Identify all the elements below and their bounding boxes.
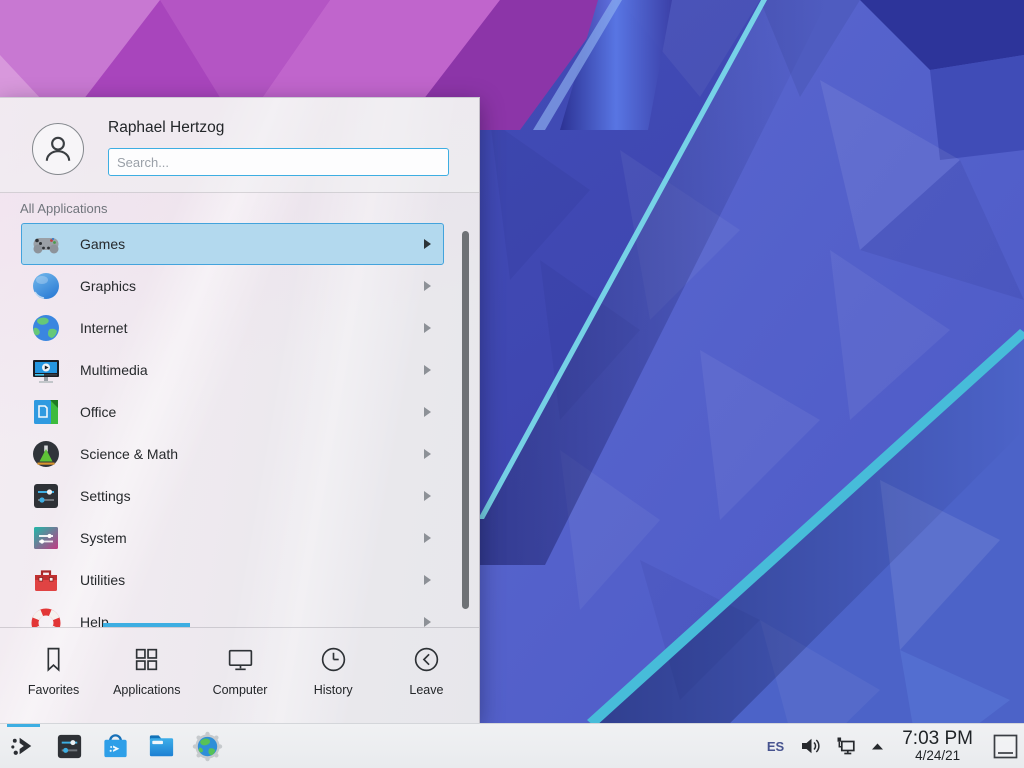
volume-icon[interactable] — [799, 735, 821, 757]
category-label: Science & Math — [80, 446, 178, 462]
tab-label: Favorites — [28, 683, 79, 697]
submenu-arrow-icon — [424, 281, 431, 291]
application-launcher-popup: Raphael Hertzog All Applications Games — [0, 97, 480, 723]
category-label: Games — [80, 236, 125, 252]
category-label: Settings — [80, 488, 131, 504]
submenu-arrow-icon — [424, 239, 431, 249]
web-browser-icon[interactable] — [192, 731, 223, 762]
category-internet[interactable]: Internet — [21, 307, 444, 349]
category-label: Utilities — [80, 572, 125, 588]
category-multimedia[interactable]: Multimedia — [21, 349, 444, 391]
submenu-arrow-icon — [424, 533, 431, 543]
user-name: Raphael Hertzog — [108, 119, 224, 137]
system-settings-icon[interactable] — [54, 731, 85, 762]
category-science-math[interactable]: Science & Math — [21, 433, 444, 475]
category-help[interactable]: Help — [21, 601, 444, 627]
category-list: Games Graphics Internet — [21, 223, 444, 627]
category-label: Multimedia — [80, 362, 148, 378]
launcher-header: Raphael Hertzog — [0, 98, 479, 193]
launcher-tab-bar: Favorites Applications Computer — [7, 628, 473, 723]
tab-favorites[interactable]: Favorites — [7, 628, 100, 723]
category-office[interactable]: Office — [21, 391, 444, 433]
expand-tray-icon[interactable] — [870, 739, 885, 754]
category-system[interactable]: System — [21, 517, 444, 559]
clock-icon — [319, 645, 348, 674]
wired-network-icon[interactable] — [834, 735, 857, 758]
taskbar-pinned-apps — [8, 724, 223, 768]
search-input[interactable] — [108, 148, 449, 176]
tab-label: Leave — [409, 683, 443, 697]
monitor-icon — [226, 645, 255, 674]
keyboard-layout-indicator[interactable]: ES — [765, 739, 786, 754]
category-label: Graphics — [80, 278, 136, 294]
submenu-arrow-icon — [424, 617, 431, 627]
discover-icon[interactable] — [100, 731, 131, 762]
bookmark-icon — [39, 645, 68, 674]
globe-icon — [30, 312, 62, 344]
documents-icon — [30, 396, 62, 428]
taskbar-panel: ES 7:03 PM 4/24/21 — [0, 723, 1024, 768]
section-label: All Applications — [20, 201, 107, 216]
category-games[interactable]: Games — [21, 223, 444, 265]
category-label: System — [80, 530, 127, 546]
system-icon — [30, 522, 62, 554]
gamepad-icon — [30, 228, 62, 260]
system-tray: ES 7:03 PM 4/24/21 — [765, 724, 1019, 768]
file-manager-icon[interactable] — [146, 731, 177, 762]
leave-icon — [412, 645, 441, 674]
user-avatar[interactable] — [32, 123, 84, 175]
sphere-icon — [30, 270, 62, 302]
category-utilities[interactable]: Utilities — [21, 559, 444, 601]
person-icon — [41, 132, 75, 166]
submenu-arrow-icon — [424, 323, 431, 333]
clock-date: 4/24/21 — [915, 749, 960, 763]
category-label: Internet — [80, 320, 127, 336]
lifebuoy-icon — [30, 606, 62, 627]
tab-applications[interactable]: Applications — [100, 628, 193, 723]
submenu-arrow-icon — [424, 491, 431, 501]
tab-computer[interactable]: Computer — [193, 628, 286, 723]
clock-time: 7:03 PM — [902, 729, 973, 749]
tab-label: History — [314, 683, 353, 697]
category-graphics[interactable]: Graphics — [21, 265, 444, 307]
category-label: Office — [80, 404, 116, 420]
submenu-arrow-icon — [424, 449, 431, 459]
submenu-arrow-icon — [424, 365, 431, 375]
submenu-arrow-icon — [424, 575, 431, 585]
list-scrollbar[interactable] — [462, 231, 469, 609]
tab-label: Computer — [213, 683, 268, 697]
tab-leave[interactable]: Leave — [380, 628, 473, 723]
tab-history[interactable]: History — [287, 628, 380, 723]
sliders-icon — [30, 480, 62, 512]
toolbox-icon — [30, 564, 62, 596]
flask-icon — [30, 438, 62, 470]
show-desktop-button[interactable] — [992, 733, 1019, 760]
tab-label: Applications — [113, 683, 180, 697]
active-tab-indicator — [103, 623, 190, 627]
grid-icon — [132, 645, 161, 674]
submenu-arrow-icon — [424, 407, 431, 417]
application-launcher-icon[interactable] — [8, 731, 39, 762]
media-icon — [30, 354, 62, 386]
digital-clock[interactable]: 7:03 PM 4/24/21 — [898, 729, 977, 763]
category-settings[interactable]: Settings — [21, 475, 444, 517]
